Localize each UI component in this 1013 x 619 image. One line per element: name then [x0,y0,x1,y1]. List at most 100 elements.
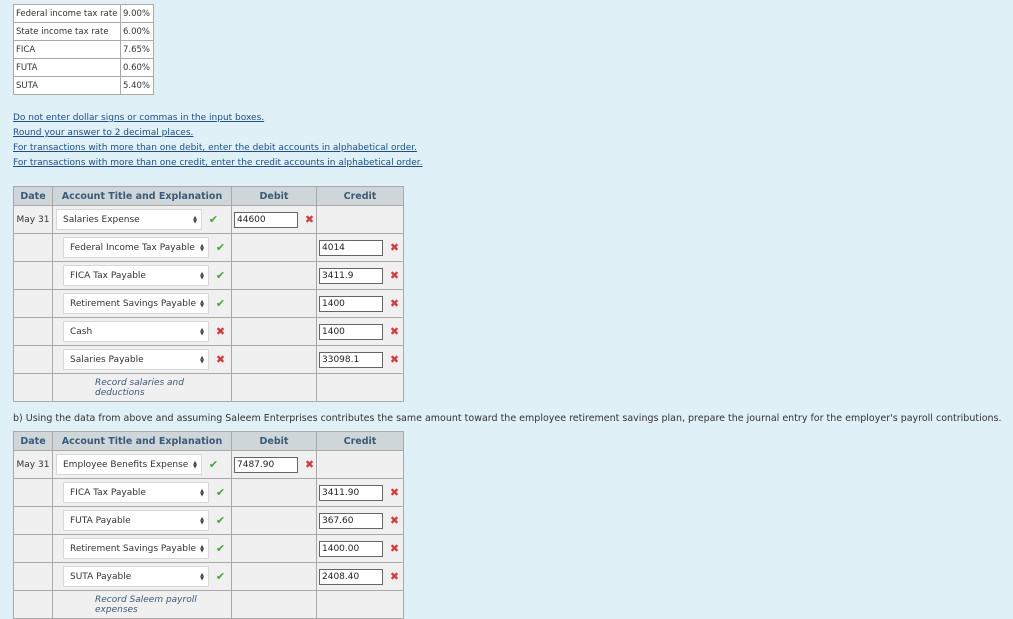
account-select-value: FICA Tax Payable [70,487,146,498]
header-account: Account Title and Explanation [52,431,232,451]
account-select-value: Retirement Savings Payable [70,298,197,309]
account-select[interactable]: Retirement Savings Payable ▲ ▼ [63,293,209,314]
entry-explanation: Record Saleem payroll expenses [52,590,232,619]
journal-row-credit: FUTA Payable ▲ ▼ ✔ 367.60 ✖ [13,506,404,535]
instruction-credit-order: For transactions with more than one cred… [13,158,423,168]
rate-label: Federal income tax rate [13,4,121,23]
question-b-text: b) Using the data from above and assumin… [13,413,1002,424]
credit-amount-input[interactable]: 33098.1 [319,351,383,368]
header-credit: Credit [316,431,404,451]
table-header-row: Date Account Title and Explanation Debit… [13,431,404,451]
journal-row-credit: FICA Tax Payable ▲ ▼ ✔ 3411.90 ✖ [13,478,404,507]
instruction-debit-order: For transactions with more than one debi… [13,143,417,153]
journal-row-credit: SUTA Payable ▲ ▼ ✔ 2408.40 ✖ [13,562,404,591]
journal-entry-table-a: Date Account Title and Explanation Debit… [13,186,404,402]
rate-value: 0.60% [120,58,154,77]
account-select[interactable]: FICA Tax Payable ▲ ▼ [63,482,209,503]
rate-row: FICA 7.65% [13,40,154,59]
debit-amount-input[interactable]: 44600 [234,211,298,228]
rate-value: 5.40% [120,76,154,95]
account-select-value: Cash [70,326,93,337]
rate-label: FUTA [13,58,121,77]
journal-row-debit: May 31 Salaries Expense ▲ ▼ ✔ 44600 ✖ [13,205,404,234]
header-date: Date [13,186,53,206]
rate-row: SUTA 5.40% [13,76,154,95]
account-select[interactable]: SUTA Payable ▲ ▼ [63,566,209,587]
entry-date: May 31 [13,450,53,479]
rate-row: FUTA 0.60% [13,58,154,77]
debit-amount-input[interactable]: 7487.90 [234,456,298,473]
check-icon: ✔ [215,486,226,499]
account-select[interactable]: FUTA Payable ▲ ▼ [63,510,209,531]
account-select-value: Retirement Savings Payable [70,543,197,554]
account-select[interactable]: Employee Benefits Expense ▲ ▼ [56,454,202,475]
dropdown-arrows-icon: ▲ ▼ [200,487,204,498]
cross-icon: ✖ [215,325,226,338]
rate-label: SUTA [13,76,121,95]
journal-row-explanation: Record salaries and deductions [13,373,404,402]
credit-amount-input[interactable]: 4014 [319,239,383,256]
header-date: Date [13,431,53,451]
cross-icon: ✖ [389,241,400,254]
cross-icon: ✖ [389,325,400,338]
journal-row-credit: Federal Income Tax Payable ▲ ▼ ✔ 4014 ✖ [13,233,404,262]
instruction-no-dollar-signs: Do not enter dollar signs or commas in t… [13,113,265,123]
credit-amount-input[interactable]: 2408.40 [319,568,383,585]
check-icon: ✔ [208,213,219,226]
dropdown-arrows-icon: ▲ ▼ [200,543,204,554]
rate-row: Federal income tax rate 9.00% [13,4,154,23]
account-select[interactable]: Salaries Expense ▲ ▼ [56,209,202,230]
account-select[interactable]: Salaries Payable ▲ ▼ [63,349,209,370]
entry-date: May 31 [13,205,53,234]
dropdown-arrows-icon: ▲ ▼ [200,326,204,337]
account-select-value: SUTA Payable [70,571,132,582]
dropdown-arrows-icon: ▲ ▼ [200,515,204,526]
cross-icon: ✖ [389,269,400,282]
account-select[interactable]: Federal Income Tax Payable ▲ ▼ [63,237,209,258]
credit-amount-input[interactable]: 1400 [319,295,383,312]
cross-icon: ✖ [389,486,400,499]
credit-amount-input[interactable]: 1400 [319,323,383,340]
journal-row-debit: May 31 Employee Benefits Expense ▲ ▼ ✔ 74… [13,450,404,479]
check-icon: ✔ [208,458,219,471]
dropdown-arrows-icon: ▲ ▼ [200,571,204,582]
journal-row-credit: Salaries Payable ▲ ▼ ✖ 33098.1 ✖ [13,345,404,374]
account-select[interactable]: Cash ▲ ▼ [63,321,209,342]
cross-icon: ✖ [389,542,400,555]
dropdown-arrows-icon: ▲ ▼ [200,354,204,365]
dropdown-arrows-icon: ▲ ▼ [200,242,204,253]
account-select-value: FICA Tax Payable [70,270,146,281]
dropdown-arrows-icon: ▲ ▼ [193,459,197,470]
journal-row-explanation: Record Saleem payroll expenses [13,590,404,619]
credit-amount-input[interactable]: 367.60 [319,512,383,529]
credit-amount-input[interactable]: 3411.9 [319,267,383,284]
credit-amount-input[interactable]: 1400.00 [319,540,383,557]
header-debit: Debit [231,186,317,206]
account-select-value: FUTA Payable [70,515,131,526]
credit-amount-input[interactable]: 3411.90 [319,484,383,501]
header-credit: Credit [316,186,404,206]
check-icon: ✔ [215,297,226,310]
account-select-value: Federal Income Tax Payable [70,242,195,253]
rate-row: State income tax rate 6.00% [13,22,154,41]
rate-value: 6.00% [120,22,154,41]
entry-explanation: Record salaries and deductions [52,373,232,402]
account-select[interactable]: Retirement Savings Payable ▲ ▼ [63,538,209,559]
journal-row-credit: FICA Tax Payable ▲ ▼ ✔ 3411.9 ✖ [13,261,404,290]
dropdown-arrows-icon: ▲ ▼ [200,270,204,281]
rate-value: 7.65% [120,40,154,59]
account-select[interactable]: FICA Tax Payable ▲ ▼ [63,265,209,286]
check-icon: ✔ [215,542,226,555]
cross-icon: ✖ [304,213,315,226]
check-icon: ✔ [215,514,226,527]
dropdown-arrows-icon: ▲ ▼ [193,214,197,225]
cross-icon: ✖ [389,353,400,366]
check-icon: ✔ [215,269,226,282]
table-header-row: Date Account Title and Explanation Debit… [13,186,404,206]
account-select-value: Employee Benefits Expense [63,459,189,470]
dropdown-arrows-icon: ▲ ▼ [200,298,204,309]
tax-rates-table: Federal income tax rate 9.00% State inco… [13,4,154,95]
account-select-value: Salaries Expense [63,214,140,225]
check-icon: ✔ [215,570,226,583]
journal-row-credit: Cash ▲ ▼ ✖ 1400 ✖ [13,317,404,346]
